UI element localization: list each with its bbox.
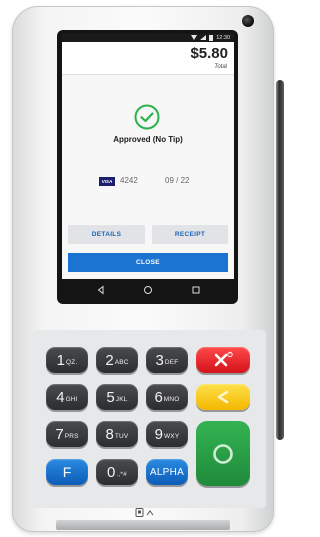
- signal-icon: [200, 35, 207, 40]
- card-last-four: 4242: [120, 176, 138, 185]
- key-8[interactable]: 8 TUV: [96, 421, 138, 447]
- alpha-key[interactable]: ALPHA: [146, 459, 188, 485]
- amount-header: $5.80 Total: [62, 42, 234, 75]
- function-key[interactable]: F: [46, 459, 88, 485]
- status-time: 12:30: [216, 34, 230, 41]
- enter-key[interactable]: [196, 421, 250, 486]
- key-1[interactable]: 1 QZ.: [46, 347, 88, 373]
- cancel-key[interactable]: [196, 347, 250, 373]
- enter-circle-icon: [213, 443, 233, 464]
- clear-key[interactable]: [196, 384, 250, 410]
- backspace-arrow-icon: [217, 390, 229, 404]
- home-icon[interactable]: [143, 285, 153, 295]
- recents-icon[interactable]: [191, 285, 201, 295]
- close-button[interactable]: CLOSE: [68, 253, 228, 272]
- key-2[interactable]: 2 ABC: [96, 347, 138, 373]
- details-button[interactable]: DETAILS: [68, 225, 145, 244]
- device-side-rail: [276, 80, 284, 440]
- key-4[interactable]: 4 GHI: [46, 384, 88, 410]
- card-expiry: 09 / 22: [165, 176, 190, 185]
- total-label: Total: [214, 64, 227, 70]
- contactless-reader-icon: [135, 508, 154, 517]
- visa-card-icon: VISA: [99, 177, 115, 186]
- camera-icon: [242, 15, 254, 27]
- total-amount: $5.80: [190, 45, 228, 62]
- key-7[interactable]: 7 PRS: [46, 421, 88, 447]
- card-slot: [56, 520, 230, 530]
- back-icon[interactable]: [96, 285, 106, 295]
- success-check-icon: [134, 104, 160, 130]
- key-0[interactable]: 0 .,*#: [96, 459, 138, 485]
- battery-icon: [209, 34, 214, 41]
- card-info: VISA 4242 09 / 22: [62, 175, 234, 187]
- key-6[interactable]: 6 MNO: [146, 384, 188, 410]
- key-5[interactable]: 5 JKL: [96, 384, 138, 410]
- approval-status: Approved (No Tip): [113, 135, 183, 144]
- status-bar: 12:30: [62, 33, 234, 42]
- key-3[interactable]: 3 DEF: [146, 347, 188, 373]
- receipt-button[interactable]: RECEIPT: [152, 225, 228, 244]
- key-9[interactable]: 9 WXY: [146, 421, 188, 447]
- wifi-icon: [191, 35, 198, 40]
- terminal-screen: 12:30 $5.80 Total Approved (No Tip) VISA…: [62, 33, 234, 279]
- android-nav-bar: [62, 279, 234, 302]
- cancel-x-icon: [214, 351, 233, 367]
